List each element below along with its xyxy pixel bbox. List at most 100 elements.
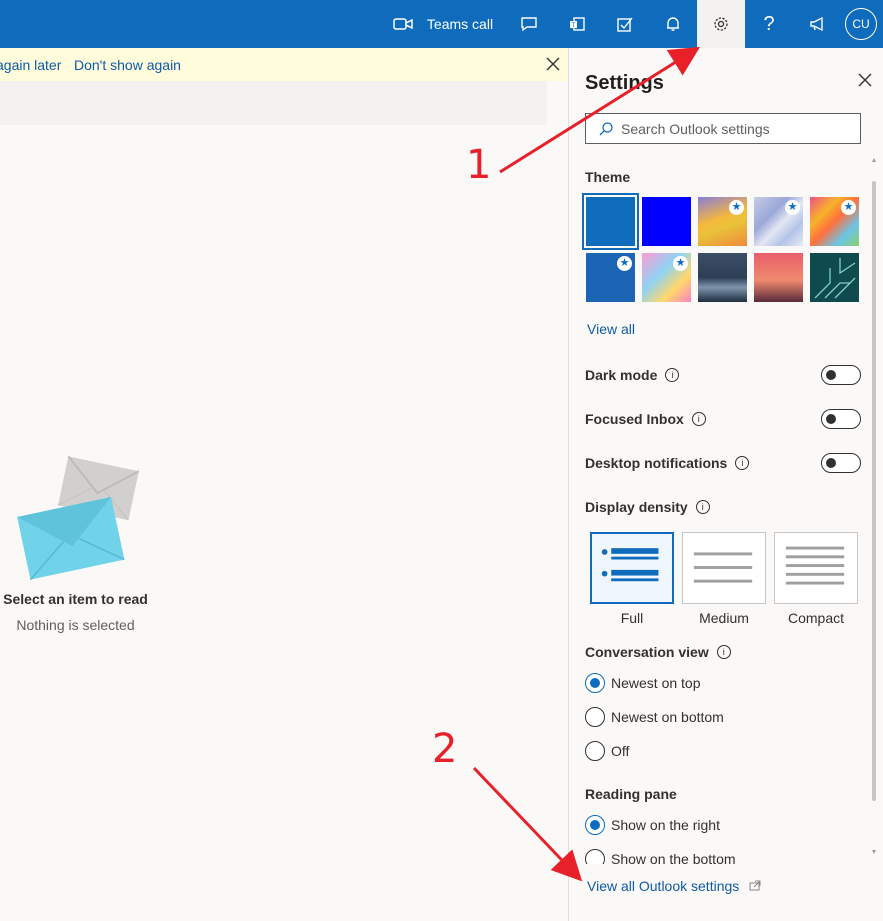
tasks-button[interactable] xyxy=(601,0,649,48)
density-compact-label: Compact xyxy=(787,610,845,626)
theme-tile-palms[interactable] xyxy=(754,253,803,302)
focused-inbox-text: Focused Inbox xyxy=(585,411,684,427)
settings-title: Settings xyxy=(585,72,664,94)
top-bar: Teams call T ? CU xyxy=(0,0,883,48)
gear-icon xyxy=(714,17,728,31)
radio-button[interactable] xyxy=(585,815,605,835)
desktop-notifications-label: Desktop notifications i xyxy=(585,455,750,471)
teams-button[interactable]: T xyxy=(553,0,601,48)
radio-newest-on-top[interactable]: Newest on top xyxy=(585,673,701,693)
video-icon xyxy=(393,18,413,30)
empty-state-title: Select an item to read xyxy=(3,591,148,607)
bell-icon xyxy=(667,17,679,31)
radio-show-on-bottom[interactable]: Show on the bottom xyxy=(585,849,736,864)
density-medium-icon xyxy=(693,552,753,583)
density-full-icon xyxy=(601,548,659,582)
radio-button[interactable] xyxy=(585,849,605,864)
focused-inbox-label: Focused Inbox i xyxy=(585,411,706,427)
star-icon: ★ xyxy=(673,256,688,271)
scroll-up-icon[interactable]: ▲ xyxy=(870,157,878,165)
view-all-outlook-settings-label: View all Outlook settings xyxy=(587,878,740,894)
desktop-notifications-text: Desktop notifications xyxy=(585,455,728,471)
radio-button[interactable] xyxy=(585,707,605,727)
help-icon: ? xyxy=(763,12,775,35)
theme-tile-gradient[interactable]: ★ xyxy=(698,197,747,246)
empty-state-subtitle: Nothing is selected xyxy=(16,617,135,633)
theme-tile-colorful[interactable]: ★ xyxy=(810,197,859,246)
close-icon[interactable] xyxy=(857,72,873,88)
radio-newest-on-bottom[interactable]: Newest on bottom xyxy=(585,707,724,727)
remind-later-link[interactable]: again later xyxy=(0,57,61,73)
info-icon[interactable]: i xyxy=(691,412,706,426)
teams-call-label: Teams call xyxy=(426,16,494,32)
info-icon[interactable]: i xyxy=(735,456,750,470)
display-density-label: Display density i xyxy=(585,499,710,515)
chat-button[interactable] xyxy=(505,0,553,48)
density-full-label: Full xyxy=(620,610,644,626)
density-medium-option[interactable] xyxy=(682,532,766,604)
feedback-button[interactable] xyxy=(793,0,841,48)
star-icon: ★ xyxy=(785,200,800,215)
dark-mode-toggle[interactable] xyxy=(821,365,861,385)
density-compact-option[interactable] xyxy=(774,532,858,604)
scroll-down-icon[interactable]: ▼ xyxy=(870,849,878,857)
dark-mode-label: Dark mode i xyxy=(585,367,680,383)
theme-tile-ribbons[interactable]: ★ xyxy=(754,197,803,246)
conversation-view-text: Conversation view xyxy=(585,644,709,660)
radio-label: Newest on top xyxy=(611,675,701,691)
teams-icon: T xyxy=(570,17,585,31)
view-all-outlook-settings-link[interactable]: View all Outlook settings xyxy=(587,878,761,894)
radio-off[interactable]: Off xyxy=(585,741,629,761)
radio-label: Off xyxy=(611,743,630,759)
avatar[interactable]: CU xyxy=(845,8,877,40)
radio-clip: Show on the bottom xyxy=(569,848,869,864)
density-compact-icon xyxy=(785,546,845,585)
notifications-button[interactable] xyxy=(649,0,697,48)
desktop-notifications-toggle[interactable] xyxy=(821,453,861,473)
scrollbar-thumb[interactable] xyxy=(872,181,876,801)
settings-search-input[interactable]: Search Outlook settings xyxy=(585,113,861,144)
theme-view-all-link[interactable]: View all xyxy=(587,321,635,337)
radio-label: Newest on bottom xyxy=(611,709,724,725)
star-icon: ★ xyxy=(841,200,856,215)
theme-tile-pattern[interactable]: ★ xyxy=(642,253,691,302)
theme-tile-circuit-blue[interactable]: ★ xyxy=(586,253,635,302)
theme-label: Theme xyxy=(585,169,631,185)
radio-button[interactable] xyxy=(585,741,605,761)
display-density-text: Display density xyxy=(585,499,688,515)
open-external-icon xyxy=(749,880,761,891)
density-medium-label: Medium xyxy=(699,610,749,626)
theme-tile-blue[interactable] xyxy=(582,193,639,250)
close-icon[interactable] xyxy=(545,56,561,72)
chat-icon xyxy=(521,17,537,32)
radio-show-on-right[interactable]: Show on the right xyxy=(585,815,720,835)
envelope-illustration-icon xyxy=(17,455,140,580)
annotation-number-2: 2 xyxy=(432,726,458,772)
dont-show-again-link[interactable]: Don't show again xyxy=(74,57,181,73)
info-icon[interactable]: i xyxy=(665,368,680,382)
theme-tile-circuit-teal[interactable] xyxy=(810,253,859,302)
settings-scrollbar[interactable]: ▲ ▼ xyxy=(870,157,878,863)
arrow-2 xyxy=(472,766,583,882)
radio-button[interactable] xyxy=(585,673,605,693)
conversation-view-label: Conversation view i xyxy=(585,644,731,660)
annotation-number-1: 1 xyxy=(466,142,492,188)
svg-text:T: T xyxy=(571,22,576,29)
star-icon: ★ xyxy=(617,256,632,271)
radio-label: Show on the right xyxy=(611,817,720,833)
theme-tile-bright-blue[interactable] xyxy=(642,197,691,246)
info-icon[interactable]: i xyxy=(716,645,731,659)
settings-panel: Settings Search Outlook settings Theme ★… xyxy=(568,48,883,921)
notice-bar: again later Don't show again xyxy=(0,48,568,81)
search-placeholder: Search Outlook settings xyxy=(621,120,770,137)
search-icon xyxy=(599,121,613,135)
teams-call-button[interactable]: Teams call xyxy=(383,0,503,48)
theme-tile-ocean[interactable] xyxy=(698,253,747,302)
avatar-initials: CU xyxy=(852,17,870,31)
density-full-option[interactable] xyxy=(590,532,674,604)
info-icon[interactable]: i xyxy=(695,500,710,514)
focused-inbox-toggle[interactable] xyxy=(821,409,861,429)
reading-pane-label: Reading pane xyxy=(585,786,677,802)
settings-button[interactable] xyxy=(697,0,745,48)
help-button[interactable]: ? xyxy=(745,0,793,48)
